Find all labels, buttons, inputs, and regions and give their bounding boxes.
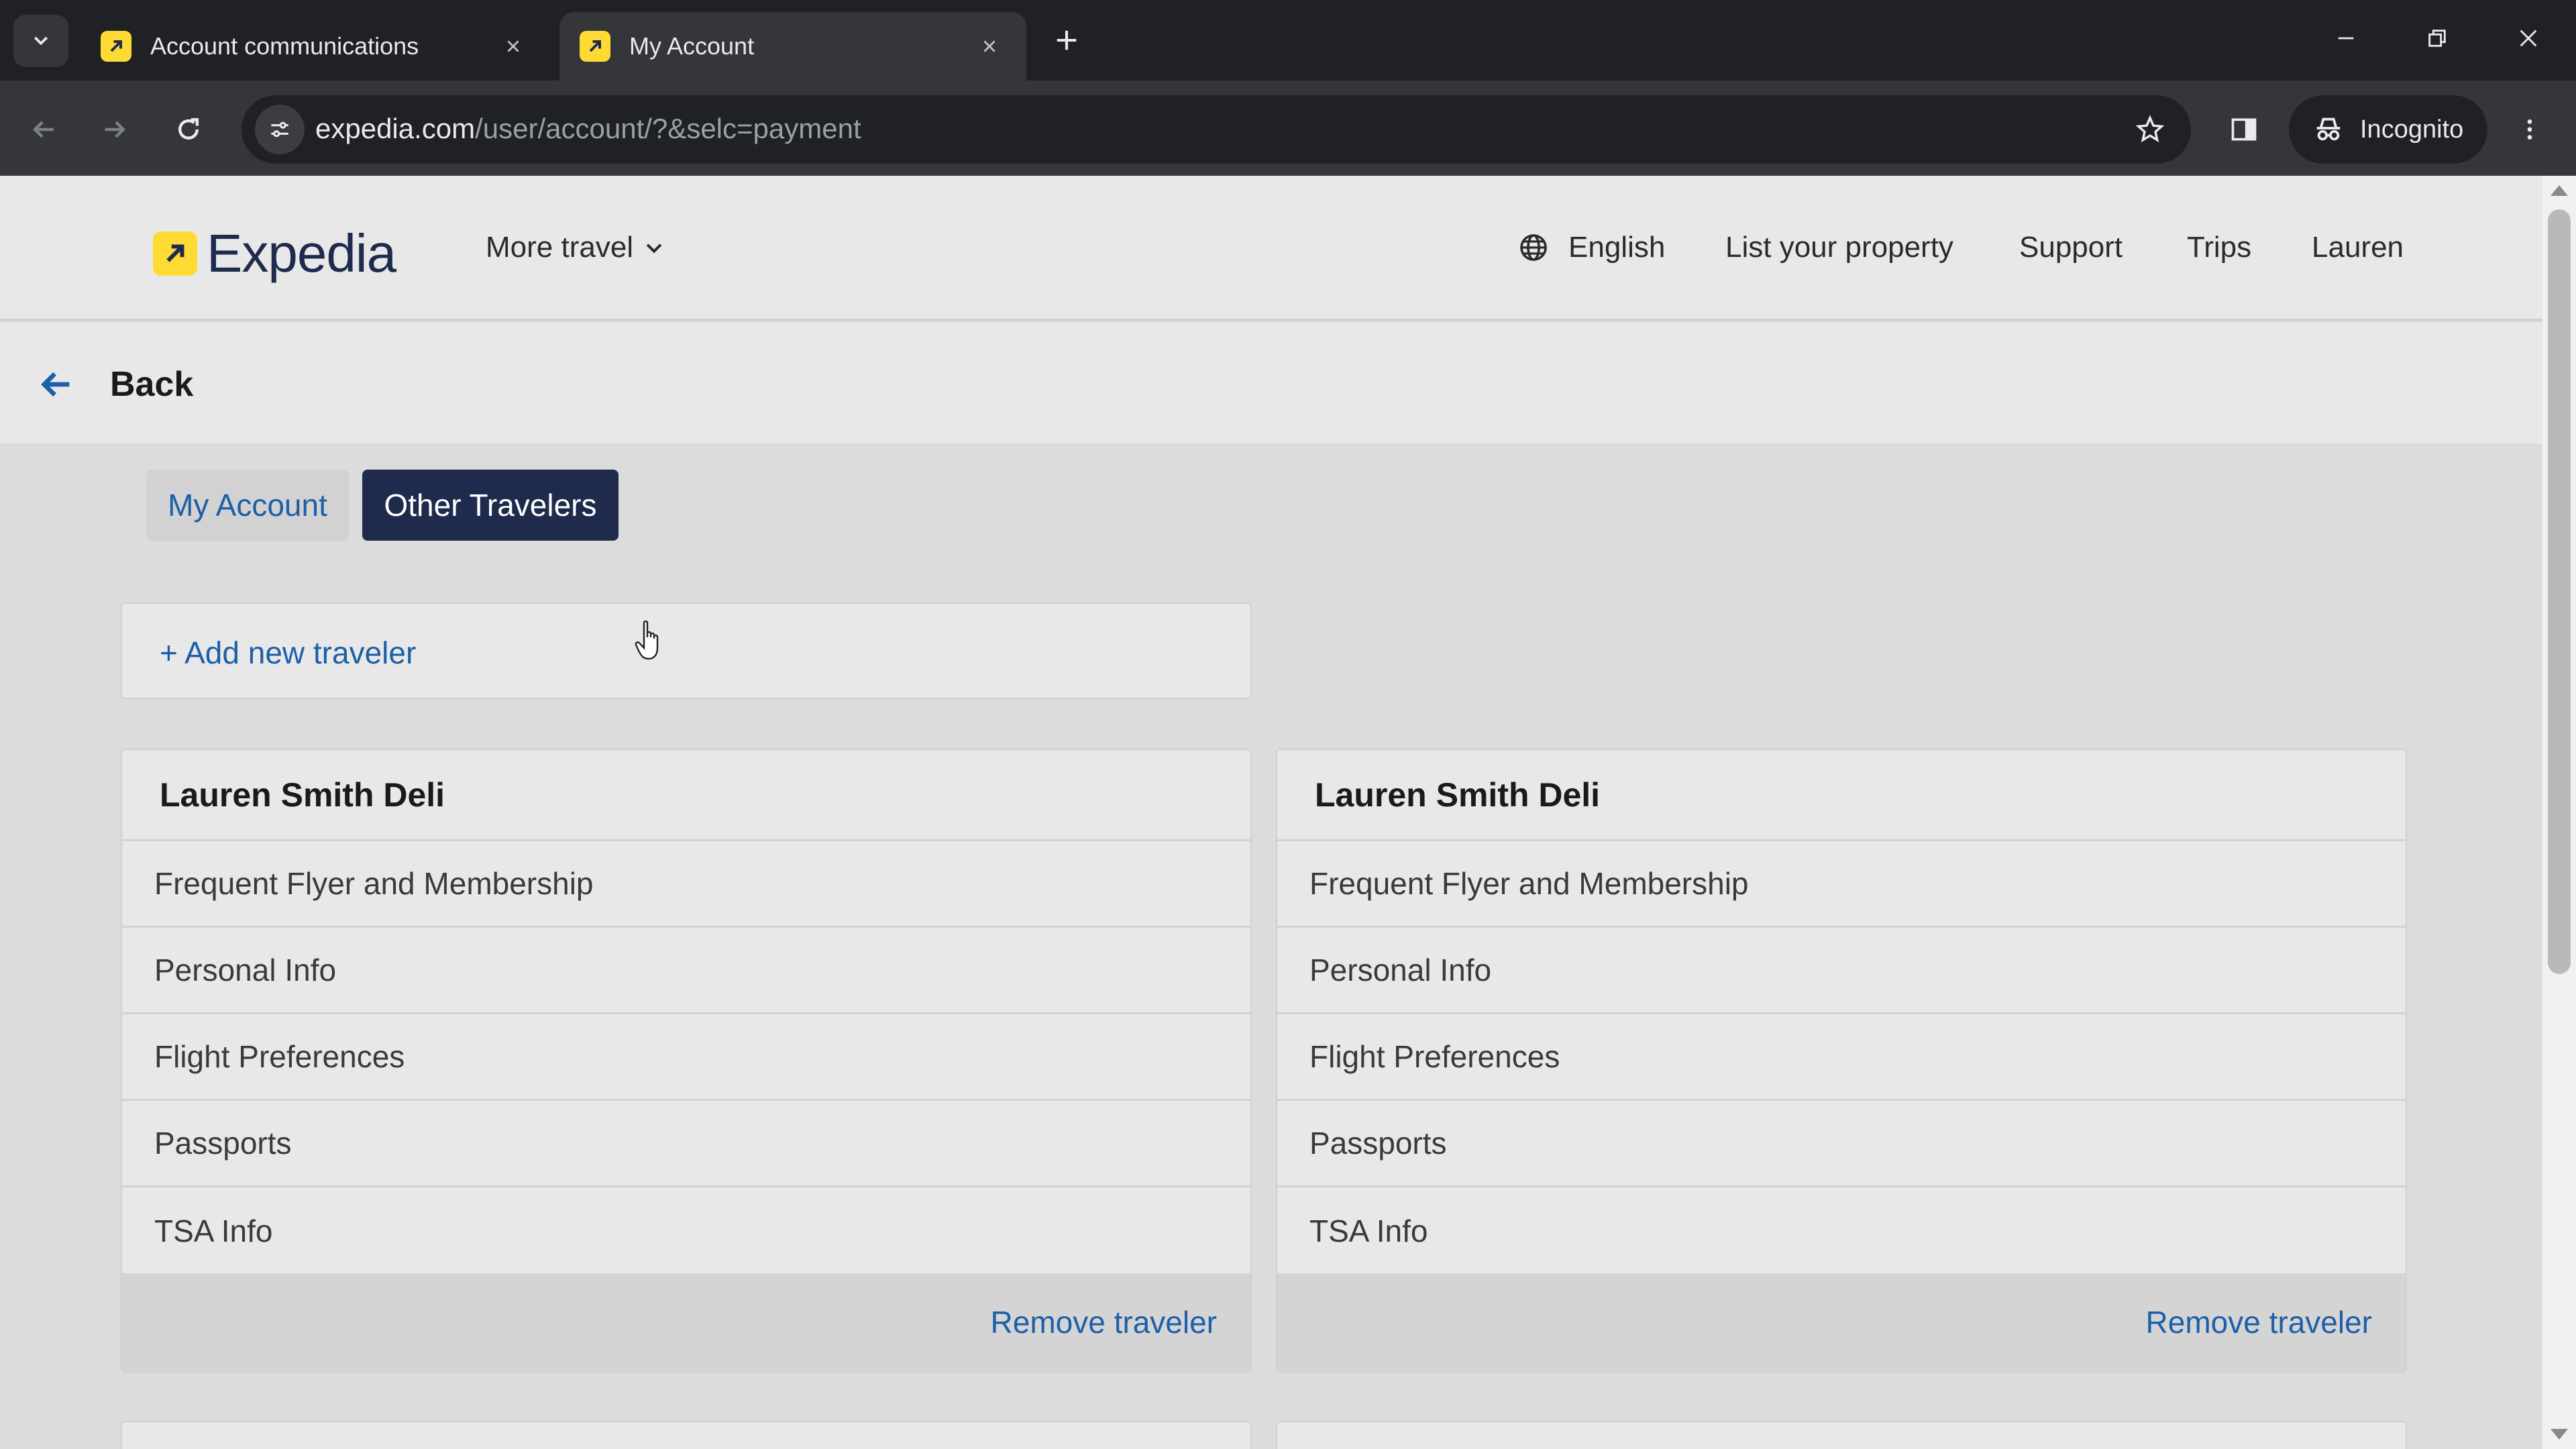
expedia-favicon-icon (101, 31, 131, 62)
scroll-down-arrow-icon[interactable] (2551, 1429, 2568, 1440)
tab-other-travelers[interactable]: Other Travelers (362, 470, 619, 541)
flight-preferences-link[interactable]: Flight Preferences (1277, 1014, 2406, 1101)
passports-link[interactable]: Passports (1277, 1101, 2406, 1187)
support-link[interactable]: Support (2019, 231, 2123, 264)
support-label: Support (2019, 231, 2123, 264)
close-tab-icon[interactable] (496, 30, 530, 63)
remove-traveler-button[interactable]: Remove traveler (2146, 1304, 2372, 1340)
globe-icon (1520, 234, 1547, 261)
forward-nav-button[interactable] (91, 106, 138, 153)
restore-icon (2428, 30, 2446, 47)
arrow-left-icon (33, 121, 54, 138)
tsa-info-link[interactable]: TSA Info (1277, 1187, 2406, 1274)
trips-label: Trips (2187, 231, 2252, 264)
trips-link[interactable]: Trips (2187, 231, 2251, 264)
incognito-label: Incognito (2360, 115, 2464, 144)
url-path: /user/account/?&selc=payment (475, 113, 861, 144)
traveler-card: Lauren Smith Deli Frequent Flyer and Mem… (121, 749, 1252, 1373)
back-arrow-icon[interactable] (35, 363, 78, 406)
tab-my-account[interactable]: My Account (146, 470, 349, 541)
personal-info-link[interactable]: Personal Info (1277, 928, 2406, 1014)
expedia-logo-icon (153, 231, 197, 276)
url-text: expedia.com/user/account/?&selc=payment (315, 113, 861, 145)
side-panel-icon (2231, 118, 2257, 141)
incognito-icon (2316, 117, 2341, 141)
expedia-favicon-icon (580, 31, 610, 62)
flight-preferences-link[interactable]: Flight Preferences (122, 1014, 1250, 1101)
tune-icon (271, 121, 288, 138)
frequent-flyer-link[interactable]: Frequent Flyer and Membership (1277, 841, 2406, 928)
list-property-label: List your property (1725, 231, 1953, 264)
frequent-flyer-link[interactable]: Frequent Flyer and Membership (122, 841, 1250, 928)
browser-tab-account-communications[interactable]: Account communications (80, 12, 550, 80)
more-travel-menu[interactable]: More travel (486, 231, 665, 264)
site-header: Expedia More travel English List your pr… (0, 176, 2542, 321)
back-nav-button[interactable] (20, 106, 67, 153)
browser-tab-strip: Account communications My Account (0, 0, 2576, 80)
language-selector[interactable]: English (1517, 231, 1665, 264)
passports-link[interactable]: Passports (122, 1101, 1250, 1187)
reload-button[interactable] (165, 106, 212, 153)
tsa-info-link[interactable]: TSA Info (122, 1187, 1250, 1274)
more-vertical-icon (2527, 119, 2532, 140)
side-panel-button[interactable] (2220, 106, 2267, 153)
traveler-name: Lauren Smith Deli (122, 750, 1250, 841)
personal-info-link[interactable]: Personal Info (122, 928, 1250, 1014)
close-window-button[interactable] (2498, 15, 2559, 62)
incognito-indicator[interactable]: Incognito (2289, 95, 2487, 164)
remove-traveler-button[interactable]: Remove traveler (991, 1304, 1217, 1340)
page-viewport: Expedia More travel English List your pr… (0, 176, 2542, 1449)
chevron-down-icon (34, 36, 48, 46)
scroll-up-arrow-icon[interactable] (2551, 185, 2568, 196)
expedia-logo[interactable]: Expedia (153, 223, 396, 284)
traveler-card-footer: Remove traveler (122, 1273, 1250, 1371)
reload-icon (178, 118, 199, 140)
url-host: expedia.com (315, 113, 476, 144)
page-scrollbar[interactable] (2542, 176, 2576, 1449)
restore-window-button[interactable] (2407, 15, 2467, 62)
arrow-right-icon (105, 121, 125, 138)
minimize-window-button[interactable] (2316, 15, 2376, 62)
star-icon (2135, 115, 2165, 143)
user-account-menu[interactable]: Lauren (2312, 231, 2404, 264)
plus-icon (1057, 30, 1077, 50)
browser-tab-my-account[interactable]: My Account (559, 12, 1026, 80)
scrollbar-thumb[interactable] (2548, 209, 2571, 974)
address-bar[interactable]: expedia.com/user/account/?&selc=payment (241, 95, 2191, 164)
language-label: English (1568, 231, 1666, 264)
bookmark-button[interactable] (2128, 107, 2172, 152)
new-tab-button[interactable] (1046, 20, 1087, 60)
tab-title: My Account (629, 32, 755, 60)
close-tab-icon[interactable] (973, 30, 1006, 63)
traveler-card-footer: Remove traveler (1277, 1273, 2406, 1371)
tab-title: Account communications (150, 32, 419, 60)
logo-text: Expedia (207, 223, 396, 283)
traveler-card: Lauren Smith Deli Frequent Flyer and Mem… (1276, 749, 2407, 1373)
minimize-icon (2338, 37, 2354, 40)
traveler-card-partial (121, 1421, 1252, 1449)
chevron-down-icon (646, 244, 662, 254)
add-traveler-card: + Add new traveler (121, 602, 1252, 699)
list-property-link[interactable]: List your property (1725, 231, 1953, 264)
close-icon (2520, 30, 2537, 47)
site-info-button[interactable] (255, 105, 305, 154)
add-new-traveler-link[interactable]: + Add new traveler (160, 635, 416, 671)
more-travel-label: More travel (486, 231, 634, 264)
back-bar: Back (0, 323, 2542, 443)
traveler-name: Lauren Smith Deli (1277, 750, 2406, 841)
back-link[interactable]: Back (110, 364, 193, 405)
hand-cursor-icon (635, 621, 659, 660)
browser-toolbar: expedia.com/user/account/?&selc=payment … (0, 80, 2576, 176)
browser-menu-button[interactable] (2506, 106, 2553, 153)
traveler-card-partial (1276, 1421, 2407, 1449)
tab-search-button[interactable] (13, 15, 68, 67)
user-name: Lauren (2312, 231, 2404, 264)
